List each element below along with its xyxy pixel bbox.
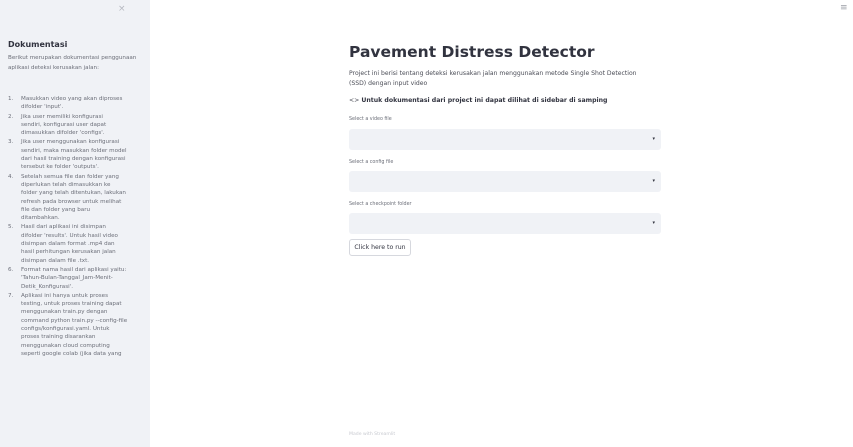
video-file-label: Select a video file (349, 117, 392, 122)
video-file-select[interactable]: ▾ (349, 129, 661, 150)
checkpoint-folder-select[interactable]: ▾ (349, 213, 661, 234)
menu-icon[interactable]: ≡ (840, 3, 848, 13)
page-description: Project ini berisi tentang deteksi kerus… (349, 70, 637, 87)
sidebar-title: Dokumentasi (8, 40, 68, 49)
list-item-number: 7. (8, 292, 14, 299)
close-icon[interactable]: × (118, 4, 126, 14)
sidebar-note: <> Untuk dokumentasi dari project ini da… (349, 97, 607, 104)
list-item: 6. Format nama hasil dari aplikasi yaitu… (8, 266, 148, 291)
list-item-number: 5. (8, 224, 14, 231)
code-icon: <> (349, 97, 360, 104)
page-title: Pavement Distress Detector (349, 43, 595, 61)
list-item: 5. Hasil dari aplikasi ini disimpan difo… (8, 223, 148, 264)
run-button[interactable]: Click here to run (349, 239, 411, 256)
list-item-text: Masukkan video yang akan diproses difold… (21, 96, 123, 111)
list-item-number: 6. (8, 266, 14, 273)
list-item-text: Jika user memiliki konfigurasi sendiri, … (21, 113, 107, 137)
sidebar-intro: Berikut merupakan dokumentasi penggunaan… (8, 55, 137, 71)
list-item-number: 4. (8, 173, 14, 180)
footer-text[interactable]: Made with Streamlit (349, 432, 661, 437)
list-item-text: Setelah semua file dan folder yang diper… (21, 173, 126, 222)
list-item: 1. Masukkan video yang akan diproses dif… (8, 95, 148, 112)
checkpoint-folder-label: Select a checkpoint folder (349, 202, 412, 207)
list-item-text: Format nama hasil dari aplikasi yaitu: '… (21, 266, 127, 290)
config-file-label: Select a config file (349, 160, 394, 165)
list-item-text: Aplikasi ini hanya untuk proses testing,… (21, 292, 128, 357)
list-item-text: Jika user menggunakan konfigurasi sendir… (21, 139, 127, 171)
config-file-select[interactable]: ▾ (349, 171, 661, 192)
list-item-text: Hasil dari aplikasi ini disimpan difolde… (21, 224, 118, 264)
list-item-number: 3. (8, 139, 14, 146)
list-item: 4. Setelah semua file dan folder yang di… (8, 173, 148, 223)
sidebar: × Dokumentasi Berikut merupakan dokument… (0, 0, 150, 447)
list-item-number: 2. (8, 113, 14, 120)
list-item: 3. Jika user menggunakan konfigurasi sen… (8, 138, 148, 171)
list-item-number: 1. (8, 96, 14, 102)
documentation-list: 1. Masukkan video yang akan diproses dif… (8, 95, 148, 359)
chevron-down-icon: ▾ (652, 136, 655, 142)
list-item: 7. Aplikasi ini hanya untuk proses testi… (8, 292, 148, 358)
sidebar-note-text: Untuk dokumentasi dari project ini dapat… (361, 97, 608, 104)
chevron-down-icon: ▾ (652, 178, 655, 184)
list-item: 2. Jika user memiliki konfigurasi sendir… (8, 113, 148, 138)
chevron-down-icon: ▾ (652, 220, 655, 226)
